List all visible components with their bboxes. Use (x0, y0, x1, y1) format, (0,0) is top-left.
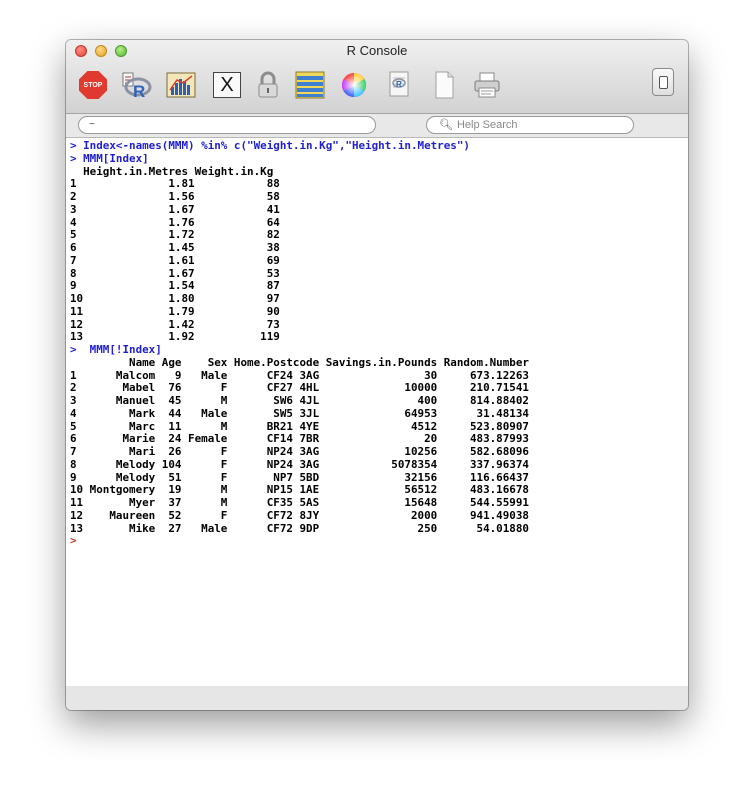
help-search-field[interactable]: 🔍︎ Help Search (426, 116, 634, 134)
console-output-line: 4 Mark 44 Male SW5 3JL 64953 31.48134 (70, 406, 529, 420)
console-output-line: 2 1.56 58 (70, 190, 280, 203)
new-document-button[interactable] (427, 70, 461, 100)
source-script-button[interactable]: R (119, 70, 153, 100)
help-search-placeholder: Help Search (456, 119, 518, 131)
authenticate-button[interactable] (251, 70, 285, 100)
show-history-button[interactable] (293, 70, 327, 100)
open-r-document-button[interactable]: R (382, 70, 416, 100)
search-icon: 🔍︎ (439, 119, 453, 131)
console-output-line: 11 1.79 90 (70, 304, 280, 318)
console-output-line: 13 Mike 27 Male CF72 9DP 250 54.01880 (70, 521, 529, 535)
title-bar: R Console STOP R X R (66, 40, 688, 114)
svg-text:R: R (396, 80, 402, 89)
toggle-drawer-button[interactable] (652, 68, 674, 96)
console-output-line: 10 1.80 97 (70, 292, 280, 305)
console-output-area[interactable]: > Index<-names(MMM) %in% c("Weight.in.Kg… (66, 137, 688, 687)
console-output-line: 11 Myer 37 M CF35 5AS 15648 544.55991 (70, 496, 529, 509)
print-icon (474, 72, 500, 98)
stop-icon: STOP (79, 71, 107, 99)
chart-icon (166, 72, 196, 98)
x11-icon: X (213, 72, 241, 98)
console-output-line: 3 Manuel 45 M SW6 4JL 400 814.88402 (70, 394, 529, 407)
console-command-line: > Index<-names(MMM) %in% c("Weight.in.Kg… (70, 139, 470, 152)
console-output-line: 7 1.61 69 (70, 253, 280, 267)
console-lines: > Index<-names(MMM) %in% c("Weight.in.Kg… (66, 138, 688, 548)
toggle-drawer-icon (658, 75, 668, 89)
console-prompt[interactable]: > (70, 534, 688, 548)
stop-button[interactable]: STOP (76, 70, 110, 100)
lock-icon (258, 71, 278, 98)
r-document-icon: R (389, 71, 409, 97)
console-output-line: 8 Melody 104 F NP24 3AG 5078354 337.9637… (70, 457, 529, 471)
window-title: R Console (346, 43, 408, 58)
r-source-icon: R (122, 72, 152, 100)
console-command-line: > MMM[Index] (70, 151, 149, 165)
status-bar (66, 686, 688, 710)
x11-button[interactable]: X (210, 70, 244, 100)
console-command-line: > MMM[!Index] (70, 343, 162, 356)
color-picker-button[interactable] (337, 70, 371, 100)
console-output-line: 13 1.92 119 (70, 330, 280, 344)
console-output-line: 7 Mari 26 F NP24 3AG 10256 582.68096 (70, 445, 529, 458)
new-quartz-device-button[interactable] (164, 70, 198, 100)
console-output-line: 3 1.67 41 (70, 202, 280, 216)
print-button[interactable] (470, 70, 504, 100)
color-wheel-icon (341, 73, 367, 97)
list-icon (295, 71, 325, 99)
console-output-line: 12 Maureen 52 F CF72 8JY 2000 941.49038 (70, 508, 529, 522)
console-output-line: Name Age Sex Home.Postcode Savings.in.Po… (70, 355, 529, 369)
r-console-window: R Console STOP R X R ~ 🔍︎ Help Search > … (66, 40, 688, 710)
working-directory-field[interactable]: ~ (78, 116, 376, 134)
console-output-line: 6 1.45 38 (70, 241, 280, 254)
svg-text:R: R (133, 82, 145, 100)
new-file-icon (435, 71, 454, 99)
